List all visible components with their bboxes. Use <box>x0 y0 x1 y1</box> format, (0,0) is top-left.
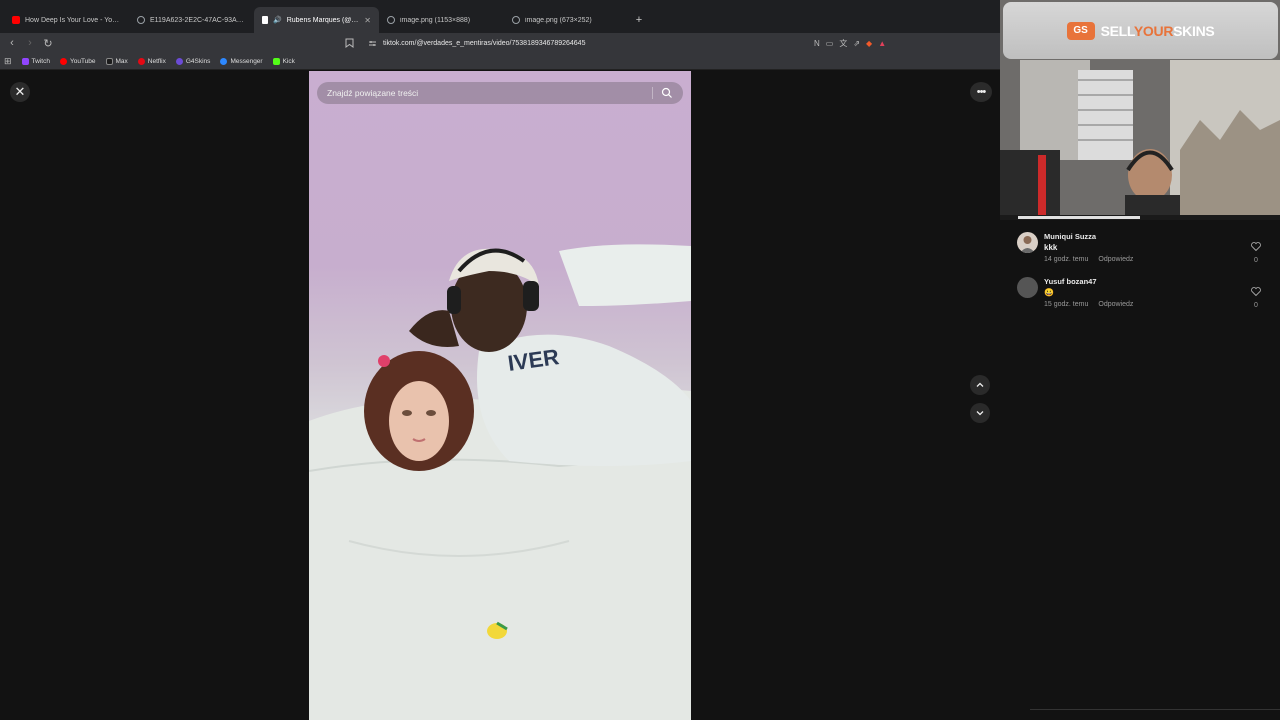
tab-tiktok[interactable]: 🔊 Rubens Marques (@verdades_... ✕ <box>254 7 379 33</box>
site-info-icon[interactable] <box>368 39 377 48</box>
sponsor-name-part: YOUR <box>1133 22 1174 39</box>
comment-meta: 15 godz. temu Odpowiedz <box>1044 301 1133 308</box>
g4skins-icon <box>175 57 183 65</box>
sellyourskins-logo-icon: GS <box>1066 21 1095 40</box>
bookmark-icon[interactable] <box>345 38 354 48</box>
url-text[interactable]: tiktok.com/@verdades_e_mentiras/video/75… <box>383 40 585 47</box>
sponsor-name: SELLYOURSKINS <box>1101 23 1215 39</box>
bookmark-messenger[interactable]: Messenger <box>220 57 263 65</box>
avatar[interactable] <box>1017 277 1038 298</box>
bookmark-label: Max <box>115 57 128 65</box>
bookmark-label: YouTube <box>69 57 96 65</box>
extension-area: N ▭ 文 ⇗ ◆ ▲ <box>814 35 886 51</box>
tab-title: E119A623-2E2C-47AC-93AD-0239B... <box>150 16 246 24</box>
user-avatar-icon <box>1020 236 1035 253</box>
twitch-icon <box>21 57 29 65</box>
bookmark-twitch[interactable]: Twitch <box>21 57 50 65</box>
avatar[interactable] <box>1017 232 1038 253</box>
related-search-input[interactable] <box>327 88 644 98</box>
bookmark-g4skins[interactable]: G4Skins <box>175 57 211 65</box>
like-count: 0 <box>1254 302 1258 309</box>
chevron-up-icon <box>976 382 984 387</box>
next-video-button[interactable] <box>970 403 990 423</box>
video-player[interactable]: IVER <box>309 71 691 720</box>
sponsor-name-part: SELL <box>1100 22 1135 39</box>
kick-icon <box>272 57 280 65</box>
previous-video-button[interactable] <box>970 375 990 395</box>
tab-image-1[interactable]: image.png (1153×888) <box>379 7 504 33</box>
globe-icon <box>387 16 395 24</box>
no-tracking-icon[interactable]: N <box>814 39 820 48</box>
comment-text: kkk <box>1044 243 1058 252</box>
tab-title: image.png (673×252) <box>525 16 592 24</box>
tab-title: Rubens Marques (@verdades_... <box>286 16 360 24</box>
browser-toolbar: ‹ › ↻ tiktok.com/@verdades_e_mentiras/vi… <box>0 33 1000 53</box>
youtube-icon <box>59 57 67 65</box>
tab-uuid[interactable]: E119A623-2E2C-47AC-93AD-0239B... <box>129 7 254 33</box>
youtube-favicon-icon <box>12 16 20 24</box>
bookmark-netflix[interactable]: Netflix <box>137 57 166 65</box>
search-icon[interactable] <box>661 87 673 99</box>
translate-icon[interactable]: 文 <box>839 38 847 49</box>
comment-meta: 14 godz. temu Odpowiedz <box>1044 256 1133 263</box>
divider <box>1030 709 1280 710</box>
bookmark-youtube[interactable]: YouTube <box>59 57 96 65</box>
forward-button[interactable]: › <box>22 35 38 51</box>
tab-title: image.png (1153×888) <box>400 16 471 24</box>
tiktok-favicon-icon <box>262 16 268 24</box>
like-count: 0 <box>1254 257 1258 264</box>
comment-text: 😀 <box>1044 288 1054 297</box>
bookmark-label: Netflix <box>147 57 166 65</box>
speaker-icon[interactable]: 🔊 <box>273 16 282 24</box>
bookmark-label: Twitch <box>31 57 50 65</box>
video-frame: IVER <box>309 244 691 720</box>
bookmark-label: Messenger <box>230 57 263 65</box>
comments-panel: Muniqui Suzza kkk 14 godz. temu Odpowied… <box>1000 220 1280 720</box>
apps-icon[interactable]: ⊞ <box>4 56 12 67</box>
max-icon <box>105 57 113 65</box>
related-search-bar <box>317 82 683 104</box>
more-options-button[interactable]: ••• <box>970 82 992 102</box>
comment-author[interactable]: Muniqui Suzza <box>1044 232 1096 241</box>
tab-title: How Deep Is Your Love - YouTube <box>25 16 121 24</box>
globe-icon <box>137 16 145 24</box>
comment-time: 15 godz. temu <box>1044 301 1089 308</box>
bookmarks-bar: ⊞ Twitch YouTube Max Netflix G4Skins Mes… <box>0 53 1000 70</box>
tiktok-video-page: ✕ ••• IVER <box>0 71 1000 720</box>
close-video-button[interactable]: ✕ <box>10 82 30 102</box>
sponsor-banner: GS SELLYOURSKINS <box>1003 2 1278 59</box>
like-button[interactable]: 0 <box>1249 283 1263 309</box>
bookmark-label: Kick <box>282 57 295 65</box>
bookmark-max[interactable]: Max <box>105 57 128 65</box>
comment-item: Yusuf bozan47 😀 15 godz. temu Odpowiedz … <box>1017 277 1272 317</box>
heart-icon <box>1251 287 1261 297</box>
like-button[interactable]: 0 <box>1249 238 1263 264</box>
bookmark-kick[interactable]: Kick <box>272 57 295 65</box>
globe-icon <box>512 16 520 24</box>
search-divider <box>652 87 653 99</box>
bookmark-label: G4Skins <box>185 57 211 65</box>
new-tab-button[interactable]: + <box>629 7 649 33</box>
comment-time: 14 godz. temu <box>1044 256 1089 263</box>
comment-item: Muniqui Suzza kkk 14 godz. temu Odpowied… <box>1017 232 1272 272</box>
comment-author[interactable]: Yusuf bozan47 <box>1044 277 1097 286</box>
reply-button[interactable]: Odpowiedz <box>1098 301 1133 308</box>
reload-button[interactable]: ↻ <box>40 35 56 51</box>
rewards-icon[interactable]: ▲ <box>878 39 886 48</box>
sponsor-name-part: SKINS <box>1173 22 1215 39</box>
chevron-down-icon <box>976 411 984 416</box>
netflix-icon <box>137 57 145 65</box>
heart-icon <box>1251 242 1261 252</box>
shield-icon[interactable]: ◆ <box>866 39 872 48</box>
cast-icon[interactable]: ▭ <box>826 39 834 48</box>
messenger-icon <box>220 57 228 65</box>
share-icon[interactable]: ⇗ <box>853 39 860 48</box>
tab-youtube[interactable]: How Deep Is Your Love - YouTube <box>4 7 129 33</box>
close-tab-icon[interactable]: ✕ <box>364 16 371 25</box>
reply-button[interactable]: Odpowiedz <box>1098 256 1133 263</box>
back-button[interactable]: ‹ <box>4 35 20 51</box>
tab-image-2[interactable]: image.png (673×252) <box>504 7 629 33</box>
